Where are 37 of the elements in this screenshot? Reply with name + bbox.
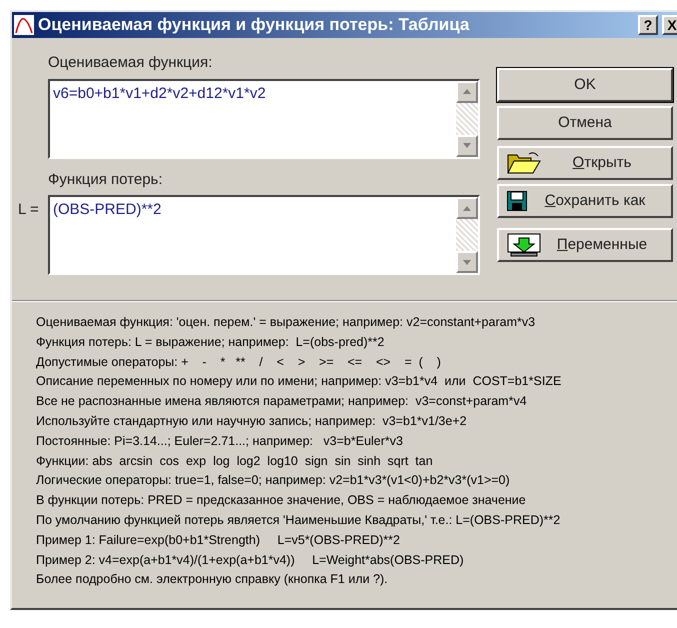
dialog-button[interactable]: OK bbox=[497, 68, 673, 102]
function-input-field[interactable]: v6=b0+b1*v1+d2*v2+d12*v1*v2 bbox=[48, 78, 480, 158]
help-text: Описание переменных по номеру или по имени; например: v3=b1*v4 или COST=b1*SIZE bbox=[36, 374, 562, 390]
help-text: Функции: abs arcsin cos exp log log2 log10 sign sin sinh sqrt tan bbox=[36, 454, 433, 469]
help-text: Пример 1: Failure=exp(b0+b1*Strength) L=v5*(OBS-PRED)**2 bbox=[36, 532, 400, 548]
window-title: Оцениваемая функция и функция потерь: Таблица bbox=[38, 14, 470, 36]
down-arrow-icon bbox=[463, 143, 471, 148]
down-arrow-icon bbox=[463, 260, 471, 264]
loss-prefix-label: L = bbox=[18, 200, 39, 220]
field-label: Оцениваемая функция: bbox=[48, 53, 212, 73]
scroll-down-button[interactable] bbox=[456, 251, 478, 273]
help-text: Постоянные: Pi=3.14...; Euler=2.71...; например: v3=b*Euler*v3 bbox=[36, 434, 403, 449]
help-text: Более подробно см. электронную справку (кнопка F1 или ?). bbox=[36, 572, 388, 588]
help-text: Все не распознанные имена являются параметрами; например: v3=const+param*v4 bbox=[36, 394, 527, 410]
help-text: Используйте стандартную или научную запись; например: v3=b1*v1/3e+2 bbox=[36, 414, 467, 429]
variables-button[interactable]: Переменные bbox=[497, 228, 673, 262]
folder-icon bbox=[507, 151, 541, 175]
scroll-up-button[interactable] bbox=[456, 80, 478, 102]
field-label: Функция потерь: bbox=[48, 170, 163, 190]
up-arrow-icon bbox=[463, 206, 471, 210]
curve-icon bbox=[14, 15, 34, 35]
monitor-arrow-icon bbox=[507, 233, 541, 257]
help-text: Оцениваемая функция: 'оцен. перем.' = выражение; например: v2=constant+param*v3 bbox=[36, 315, 536, 330]
help-text: Логические операторы: true=1, false=0; например: v2=b1*v3*(v1<0)+b2*v3*(v1>=0) bbox=[36, 473, 510, 488]
help-text: В функции потерь: PRED = предсказанное значение, OBS = наблюдаемое значение bbox=[36, 493, 526, 508]
help-button[interactable]: ? bbox=[638, 15, 658, 35]
close-button[interactable]: X bbox=[662, 15, 677, 35]
loss-input-field[interactable]: (OBS-PRED)**2 bbox=[48, 195, 480, 275]
dialog-button[interactable]: Отмена bbox=[497, 106, 673, 140]
open-button[interactable]: Открыть bbox=[497, 146, 673, 180]
help-text: Допустимые операторы: + - * ** / < > >= <= <> = ( ) bbox=[36, 354, 441, 370]
help-text: Пример 2: v4=exp(a+b1*v4)/(1+exp(a+b1*v4)) L=Weight*abs(OBS-PRED) bbox=[36, 552, 464, 568]
help-text: По умолчанию функцией потерь является 'Наименьшие Квадраты,' т.е.: L=(OBS-PRED)**2 bbox=[36, 512, 560, 528]
save-button[interactable]: Сохранить как bbox=[497, 184, 673, 218]
help-text: Функция потерь: L = выражение; например: L=(obs-pred)**2 bbox=[36, 334, 384, 350]
scroll-down-button[interactable] bbox=[456, 134, 478, 156]
up-arrow-icon bbox=[463, 89, 471, 94]
